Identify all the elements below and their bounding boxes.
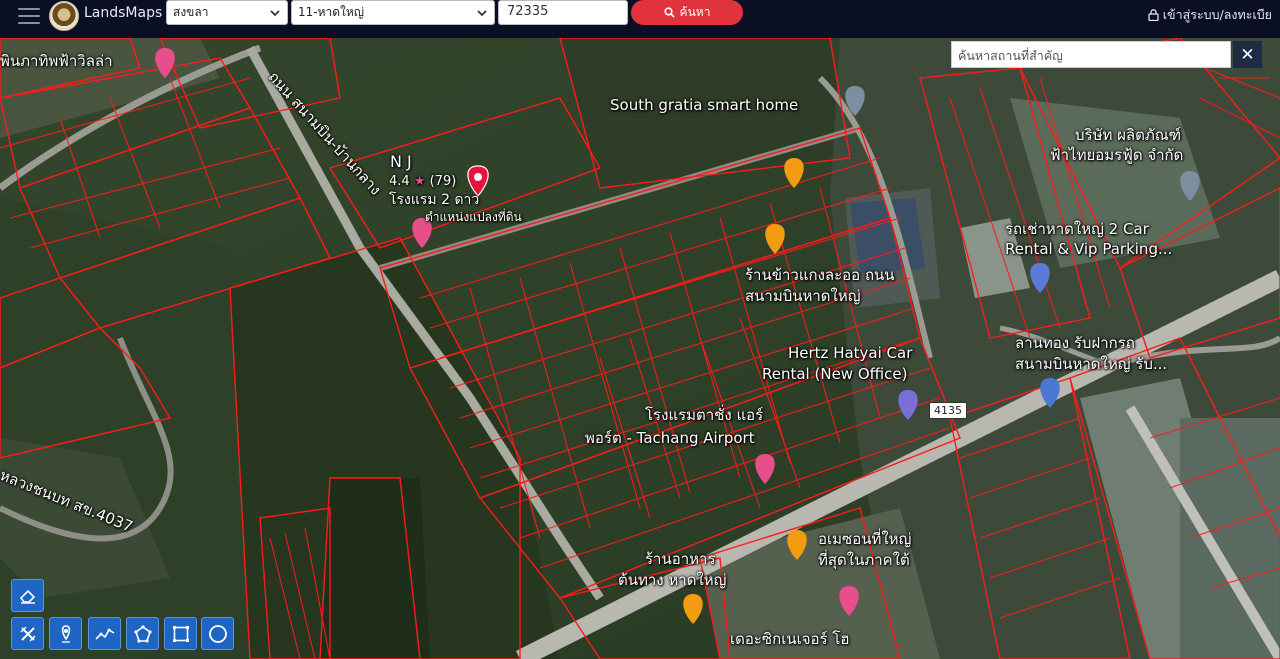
- polygon-tool-button[interactable]: [126, 617, 159, 650]
- rectangle-icon: [172, 625, 189, 642]
- label-food-2: ต้นทาง หาดใหญ่: [618, 571, 727, 589]
- label-hertz-1: Hertz Hatyai Car: [788, 344, 913, 362]
- label-rice-2: สนามบินหาดใหญ่: [745, 287, 861, 305]
- login-label: เข้าสู่ระบบ/ลงทะเบีย: [1162, 7, 1272, 22]
- marker-tool-button[interactable]: [49, 617, 82, 650]
- label-hotel-1: โรงแรมตาชั่ง แอร์: [645, 406, 764, 424]
- label-hertz-2: Rental (New Office): [762, 365, 908, 383]
- district-select[interactable]: 11-หาดใหญ่: [291, 0, 495, 25]
- chevron-down-icon: [270, 10, 280, 17]
- district-select-value: 11-หาดใหญ่: [298, 5, 365, 19]
- label-parcel-position: ตำแหน่งแปลงที่ดิน: [425, 210, 522, 224]
- label-nj-name: N J: [390, 152, 412, 171]
- lock-icon: [1148, 9, 1159, 21]
- landsmaps-app: LandsMaps สงขลา 11-หาดใหญ่ 72335 ค้นหา เ…: [0, 0, 1280, 659]
- route-shield: 4135: [929, 402, 967, 419]
- brand-title: LandsMaps: [84, 5, 163, 21]
- label-amazon-2: ที่สุดในภาคใต้: [818, 551, 910, 569]
- label-company-1: บริษัท ผลิตภัณฑ์: [1075, 126, 1182, 144]
- label-nj-rating: 4.4 ★ (79): [389, 175, 456, 189]
- postcode-input[interactable]: 72335: [498, 0, 628, 25]
- department-logo: [49, 1, 79, 31]
- menu-icon[interactable]: [18, 8, 40, 26]
- label-resort: พินภาทิพฟ้าวิลล่า: [0, 52, 113, 70]
- star-icon: ★: [413, 174, 426, 189]
- ruler-cross-icon: [20, 626, 35, 641]
- label-south-gratia: South gratia smart home: [610, 96, 799, 114]
- place-search-input[interactable]: ค้นหาสถานที่สำคัญ: [951, 41, 1231, 68]
- rectangle-tool-button[interactable]: [164, 617, 197, 650]
- circle-icon: [208, 624, 227, 643]
- top-bar: LandsMaps สงขลา 11-หาดใหญ่ 72335 ค้นหา เ…: [0, 0, 1280, 38]
- nj-rating-value: 4.4: [389, 174, 410, 189]
- polyline-icon: [94, 628, 114, 640]
- label-company-2: ฟ้าไทยอมรฟู้ด จำกัด: [1050, 146, 1184, 164]
- satellite-map[interactable]: ค้นหาสถานที่สำคัญ ✕ พินภาทิพฟ้าวิลล่า ถน…: [0, 38, 1280, 659]
- line-tool-button[interactable]: [88, 617, 121, 650]
- label-rice-1: ร้านข้าวแกงละออ ถนน: [745, 266, 895, 284]
- label-bottom: เดอะซิกเนเจอร์ โฮ: [730, 630, 850, 648]
- search-button[interactable]: ค้นหา: [631, 0, 743, 25]
- eraser-icon: [19, 589, 35, 604]
- label-amazon-1: อเมซอนที่ใหญ่: [818, 530, 912, 548]
- label-lanthong-1: ลานทอง รับฝากรถ: [1015, 334, 1135, 352]
- province-select[interactable]: สงขลา: [166, 0, 288, 25]
- close-icon[interactable]: ✕: [1233, 41, 1262, 68]
- label-lanthong-2: สนามบินหาดใหญ่ รับ...: [1015, 355, 1168, 373]
- circle-tool-button[interactable]: [201, 617, 234, 650]
- province-select-value: สงขลา: [173, 5, 209, 19]
- label-car-rental-1: รถเช่าหาดใหญ่ 2 Car: [1005, 220, 1149, 238]
- label-hotel-2: พอร์ต - Tachang Airport: [585, 429, 755, 447]
- polygon-icon: [133, 624, 152, 643]
- chevron-down-icon: [477, 10, 487, 17]
- label-nj-type: โรงแรม 2 ดาว: [389, 192, 480, 208]
- search-button-label: ค้นหา: [679, 5, 711, 19]
- erase-tool-button[interactable]: [11, 579, 44, 612]
- nj-review-count: (79): [429, 174, 457, 189]
- search-icon: [663, 7, 675, 18]
- clear-tool-button[interactable]: [11, 617, 44, 650]
- login-link[interactable]: เข้าสู่ระบบ/ลงทะเบีย: [1148, 5, 1272, 25]
- label-food-1: ร้านอาหาร: [645, 550, 716, 568]
- label-car-rental-2: Rental & Vip Parking...: [1005, 240, 1173, 258]
- map-pin-icon: [61, 624, 70, 643]
